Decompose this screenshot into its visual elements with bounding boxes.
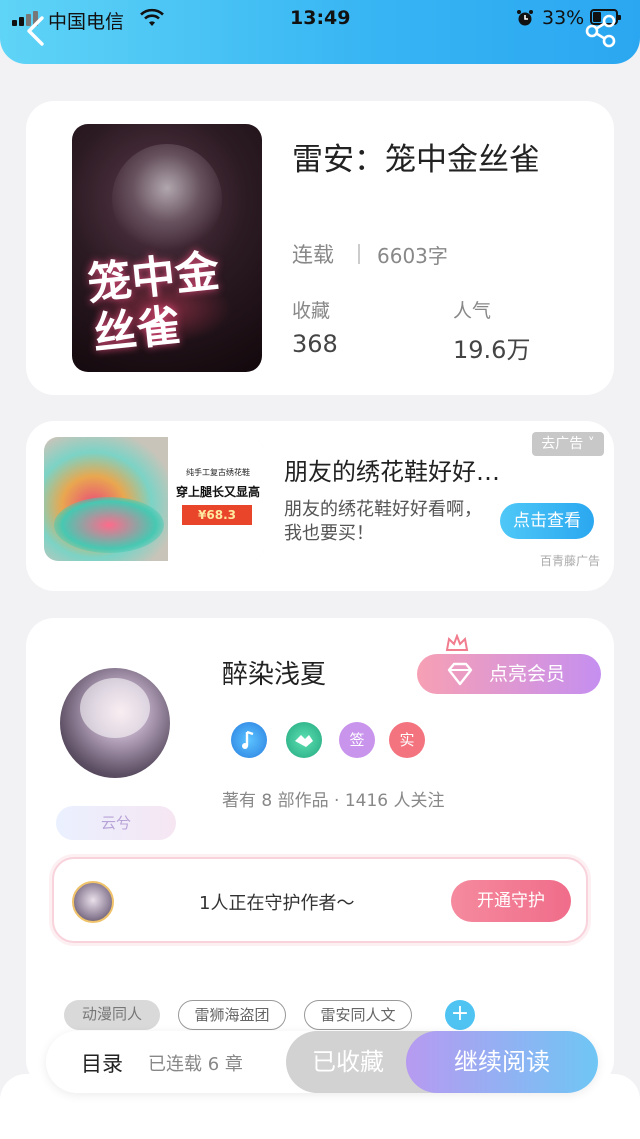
ad-source-label: 百青藤广告 bbox=[540, 554, 601, 568]
tag-anime[interactable]: 动漫同人 bbox=[64, 1000, 160, 1030]
handshake-badge-icon[interactable] bbox=[286, 722, 322, 758]
ad-image[interactable]: 纯手工复古绣花鞋 穿上腿长又显高 ¥68.3 bbox=[44, 437, 264, 561]
open-guard-button[interactable]: 开通守护 bbox=[451, 880, 571, 922]
works-info: 著有 8 部作品 · 1416 人关注 bbox=[222, 791, 445, 811]
toc-button[interactable]: 目录 bbox=[81, 1048, 123, 1078]
word-count: 6603字 bbox=[377, 244, 448, 268]
serial-status: 连载 bbox=[292, 243, 334, 267]
author-title-tag: 云兮 bbox=[56, 806, 176, 840]
activate-vip-button[interactable]: 点亮会员 bbox=[417, 654, 601, 694]
author-name[interactable]: 醉染浅夏 bbox=[222, 654, 326, 691]
vip-label: 点亮会员 bbox=[489, 663, 566, 685]
chapter-count: 已连载 6 章 bbox=[148, 1054, 243, 1075]
crown-icon bbox=[445, 634, 469, 651]
diamond-icon bbox=[447, 662, 473, 686]
add-tag-icon[interactable]: + bbox=[445, 1000, 475, 1030]
book-title: 雷安：笼中金丝雀 bbox=[292, 142, 540, 178]
signed-badge[interactable]: 签 bbox=[339, 722, 375, 758]
ad-image-text-panel: 纯手工复古绣花鞋 穿上腿长又显高 ¥68.3 bbox=[168, 437, 264, 561]
carrier-label: 中国电信 bbox=[48, 11, 125, 33]
ad-description: 朋友的绣花鞋好好看啊，我也要买！ bbox=[284, 499, 482, 544]
alarm-icon bbox=[517, 10, 533, 26]
guard-panel: 1人正在守护作者～ 开通守护 bbox=[52, 857, 588, 943]
share-icon[interactable] bbox=[584, 14, 618, 48]
book-cover[interactable]: 笼中金丝雀 bbox=[72, 124, 262, 372]
popularity-value: 19.6万 bbox=[453, 336, 531, 364]
clock: 13:49 bbox=[290, 7, 351, 29]
guard-text: 1人正在守护作者～ bbox=[199, 893, 355, 914]
music-badge-icon[interactable] bbox=[231, 722, 267, 758]
battery-percent: 33% bbox=[542, 7, 585, 29]
ad-image-line2: 穿上腿长又显高 bbox=[175, 485, 260, 499]
divider bbox=[358, 244, 360, 264]
ad-image-line1: 纯手工复古绣花鞋 bbox=[186, 468, 250, 477]
continue-reading-button[interactable]: 继续阅读 bbox=[406, 1031, 598, 1093]
back-icon[interactable] bbox=[22, 14, 48, 48]
tag-fanfic[interactable]: 雷安同人文 bbox=[304, 1000, 412, 1030]
remove-ad-button[interactable]: 去广告 ˅ bbox=[532, 432, 604, 456]
cover-figure bbox=[112, 144, 222, 254]
shoe-image-2 bbox=[54, 497, 164, 553]
ad-image-price: ¥68.3 bbox=[182, 505, 252, 525]
tag-pirates[interactable]: 雷狮海盗团 bbox=[178, 1000, 286, 1030]
ad-title[interactable]: 朋友的绣花鞋好好… bbox=[284, 452, 500, 487]
status-bar: 中国电信 13:49 33% bbox=[0, 0, 640, 36]
favorites-label: 收藏 bbox=[292, 300, 331, 322]
cover-title-art: 笼中金丝雀 bbox=[85, 245, 222, 361]
author-avatar[interactable] bbox=[60, 668, 170, 778]
ad-view-button[interactable]: 点击查看 bbox=[500, 503, 594, 539]
favorites-value: 368 bbox=[292, 330, 338, 358]
wifi-icon bbox=[140, 8, 164, 26]
popularity-label: 人气 bbox=[453, 300, 492, 322]
guardian-avatar bbox=[72, 881, 114, 923]
verified-badge[interactable]: 实 bbox=[389, 722, 425, 758]
